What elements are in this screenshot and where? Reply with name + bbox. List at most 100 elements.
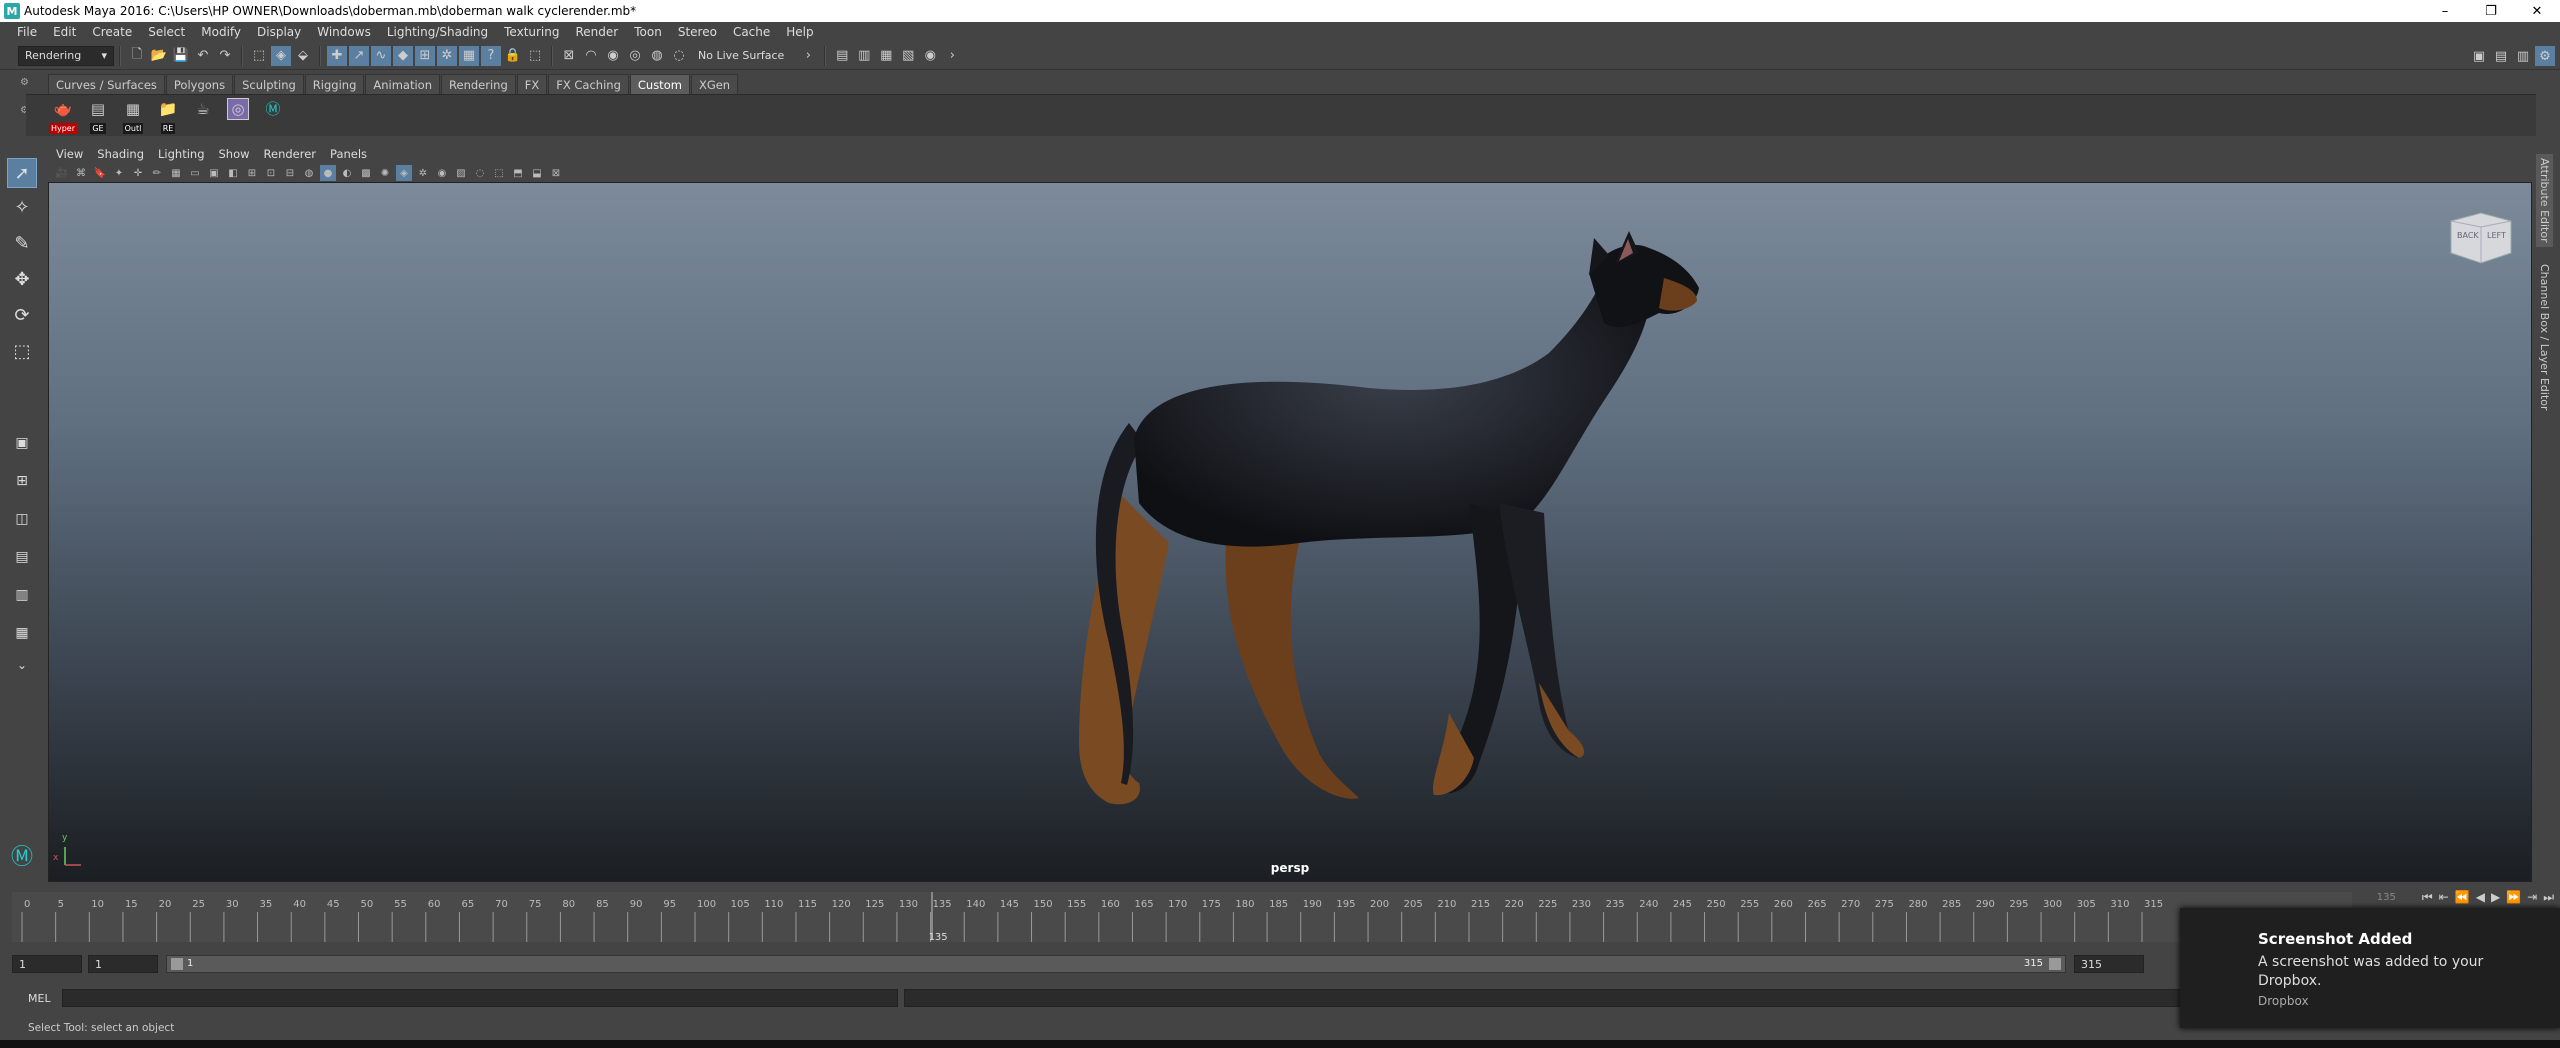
- current-time-field[interactable]: 135: [2377, 892, 2396, 903]
- image-plane-icon[interactable]: ✦: [111, 165, 127, 181]
- command-input[interactable]: [62, 989, 898, 1007]
- render-current-icon[interactable]: ▤: [832, 46, 852, 66]
- save-scene-icon[interactable]: 💾: [171, 46, 191, 66]
- shelf-button-re[interactable]: 📁 RE: [153, 98, 183, 134]
- go-to-end-icon[interactable]: ⏭: [2543, 890, 2554, 905]
- step-back-key-icon[interactable]: ⇤: [2439, 890, 2449, 904]
- shelf-button-maya[interactable]: Ⓜ: [258, 98, 288, 134]
- command-language-toggle[interactable]: MEL: [28, 992, 58, 1005]
- four-view-layout-icon[interactable]: ⊞: [7, 466, 37, 496]
- menu-toon[interactable]: Toon: [626, 25, 670, 39]
- range-slider[interactable]: 1 315: [166, 955, 2066, 973]
- use-all-lights-icon[interactable]: ✺: [377, 165, 393, 181]
- shelf-button-outl[interactable]: ▦ Outl: [118, 98, 148, 134]
- lasso-tool-icon[interactable]: ✧: [7, 192, 37, 222]
- field-chart-icon[interactable]: ⊞: [244, 165, 260, 181]
- panel-menu-show[interactable]: Show: [219, 147, 250, 161]
- mask-deform-icon[interactable]: ⊞: [415, 45, 435, 66]
- open-scene-icon[interactable]: 📂: [149, 46, 169, 66]
- close-button[interactable]: ✕: [2514, 0, 2560, 22]
- menu-texturing[interactable]: Texturing: [496, 25, 567, 39]
- snap-grid-icon[interactable]: ⊠: [559, 46, 579, 66]
- shelf-button-ge[interactable]: ▤ GE: [83, 98, 113, 134]
- select-camera-icon[interactable]: 🎥: [54, 165, 70, 181]
- mask-joints-icon[interactable]: ↗: [349, 45, 369, 66]
- time-slider[interactable]: 0 5 10 15 20 25 30 35 40 45 50 55 60 65 70 75 80 85 90 95 10…: [12, 886, 2352, 948]
- grid-icon[interactable]: ▦: [168, 165, 184, 181]
- paint-select-icon[interactable]: ✎: [7, 228, 37, 258]
- attribute-editor-tab[interactable]: Attribute Editor: [2536, 154, 2553, 247]
- playback-start-field[interactable]: 1: [88, 955, 158, 973]
- range-end-handle[interactable]: [2049, 958, 2061, 970]
- xray-joints-icon[interactable]: ⬓: [529, 165, 545, 181]
- dropbox-notification[interactable]: Screenshot Added A screenshot was added …: [2180, 908, 2560, 1028]
- menu-select[interactable]: Select: [140, 25, 193, 39]
- panel-menu-view[interactable]: View: [56, 147, 83, 161]
- panel-menu-panels[interactable]: Panels: [330, 147, 367, 161]
- grease-pencil-icon[interactable]: ✏: [149, 165, 165, 181]
- persp-outliner-layout-icon[interactable]: ◫: [7, 504, 37, 534]
- xray-icon[interactable]: ⬒: [510, 165, 526, 181]
- two-d-pan-icon[interactable]: ✛: [130, 165, 146, 181]
- textured-icon[interactable]: ▩: [358, 165, 374, 181]
- resolution-gate-icon[interactable]: ▣: [206, 165, 222, 181]
- shelf-tab-rendering[interactable]: Rendering: [441, 74, 516, 94]
- shelf-button-hypershade[interactable]: ◎: [223, 97, 253, 134]
- snap-point-icon[interactable]: ◉: [603, 46, 623, 66]
- screen-space-ao-icon[interactable]: ✲: [415, 165, 431, 181]
- step-back-frame-icon[interactable]: ⏪: [2455, 890, 2470, 904]
- scale-tool-icon[interactable]: ⬚: [7, 336, 37, 366]
- mask-surfaces-icon[interactable]: ◆: [393, 45, 413, 66]
- mask-dynamics-icon[interactable]: ✲: [437, 45, 457, 66]
- select-object-icon[interactable]: ◈: [271, 45, 291, 66]
- isolate-select-icon[interactable]: ⬚: [491, 165, 507, 181]
- menu-file[interactable]: File: [9, 25, 45, 39]
- snap-curve-icon[interactable]: ◠: [581, 46, 601, 66]
- shelf-button-hyper[interactable]: 🫖 Hyper: [48, 98, 78, 134]
- menu-display[interactable]: Display: [249, 25, 309, 39]
- view-cube[interactable]: BACK LEFT: [2445, 207, 2515, 267]
- mask-misc-icon[interactable]: ?: [481, 45, 501, 66]
- outliner-layout-icon[interactable]: ▥: [7, 580, 37, 610]
- chevron-right-icon[interactable]: ›: [798, 46, 818, 66]
- film-gate-icon[interactable]: ▭: [187, 165, 203, 181]
- toggle-modeling-toolkit-icon[interactable]: ▤: [2491, 46, 2511, 66]
- wireframe-icon[interactable]: ◍: [301, 165, 317, 181]
- depth-of-field-icon[interactable]: ◌: [472, 165, 488, 181]
- smooth-shade-icon[interactable]: ●: [320, 165, 336, 181]
- range-start-handle[interactable]: [171, 958, 183, 970]
- menu-cache[interactable]: Cache: [725, 25, 778, 39]
- menu-lighting-shading[interactable]: Lighting/Shading: [379, 25, 496, 39]
- live-surface-label[interactable]: No Live Surface: [698, 49, 784, 62]
- hypershade-toolbar-icon[interactable]: ▧: [898, 46, 918, 66]
- shelf-tab-fx[interactable]: FX: [516, 74, 548, 94]
- play-backwards-icon[interactable]: ◀: [2476, 890, 2485, 904]
- shelf-tab-polygons[interactable]: Polygons: [165, 74, 234, 94]
- step-forward-frame-icon[interactable]: ⏩: [2506, 890, 2521, 904]
- undo-icon[interactable]: ↶: [193, 46, 213, 66]
- menu-create[interactable]: Create: [84, 25, 140, 39]
- snap-surface-icon[interactable]: ◍: [647, 46, 667, 66]
- minimize-button[interactable]: –: [2422, 0, 2468, 22]
- chevron-right-icon[interactable]: ›: [942, 46, 962, 66]
- single-perspective-layout-icon[interactable]: ▣: [7, 428, 37, 458]
- shelf-tab-sculpting[interactable]: Sculpting: [234, 74, 304, 94]
- render-view-icon[interactable]: ◉: [920, 46, 940, 66]
- ipr-render-icon[interactable]: ▥: [854, 46, 874, 66]
- mask-handles-icon[interactable]: ✚: [327, 45, 347, 66]
- select-tool-icon[interactable]: ➚: [7, 158, 37, 188]
- select-hierarchy-icon[interactable]: ⬚: [249, 46, 269, 66]
- snap-view-icon[interactable]: ◎: [625, 46, 645, 66]
- safe-action-icon[interactable]: ⊡: [263, 165, 279, 181]
- shadows-icon[interactable]: ◈: [396, 165, 412, 181]
- rotate-tool-icon[interactable]: ⟳: [7, 300, 37, 330]
- lock-selection-icon[interactable]: 🔒: [503, 46, 523, 66]
- menu-modify[interactable]: Modify: [193, 25, 249, 39]
- shelf-tab-fx-caching[interactable]: FX Caching: [548, 74, 629, 94]
- go-to-start-icon[interactable]: ⏮: [2422, 890, 2433, 905]
- menu-stereo[interactable]: Stereo: [670, 25, 725, 39]
- mask-render-icon[interactable]: ▦: [459, 45, 479, 66]
- playback-end-field[interactable]: 315: [2074, 955, 2144, 973]
- motion-blur-icon[interactable]: ◉: [434, 165, 450, 181]
- redo-icon[interactable]: ↷: [215, 46, 235, 66]
